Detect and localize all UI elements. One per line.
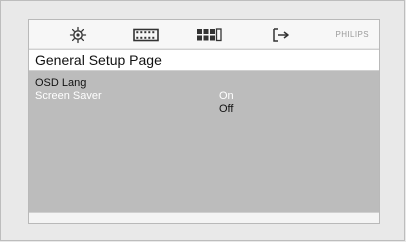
setup-panel: PHILIPS General Setup Page OSD Lang Scre…	[28, 19, 380, 224]
settings-area: OSD Lang Screen Saver On Off	[29, 71, 379, 214]
option-off[interactable]: Off	[219, 103, 339, 116]
settings-menu: OSD Lang Screen Saver	[29, 77, 189, 103]
page-title: General Setup Page	[35, 52, 162, 68]
menu-item-osd-lang[interactable]: OSD Lang	[29, 77, 189, 90]
menu-item-screen-saver[interactable]: Screen Saver	[29, 90, 189, 103]
brand-logo: PHILIPS	[335, 30, 369, 39]
option-on[interactable]: On	[219, 90, 339, 103]
film-icon[interactable]	[132, 26, 160, 44]
icon-bar: PHILIPS	[29, 20, 379, 48]
exit-icon[interactable]	[270, 26, 294, 44]
screen-frame: PHILIPS General Setup Page OSD Lang Scre…	[0, 0, 405, 241]
grid-icon[interactable]	[195, 26, 223, 44]
title-bar: General Setup Page	[29, 49, 379, 71]
option-list: On Off	[219, 90, 339, 116]
gear-icon[interactable]	[66, 26, 90, 44]
footer-bar	[29, 212, 379, 223]
